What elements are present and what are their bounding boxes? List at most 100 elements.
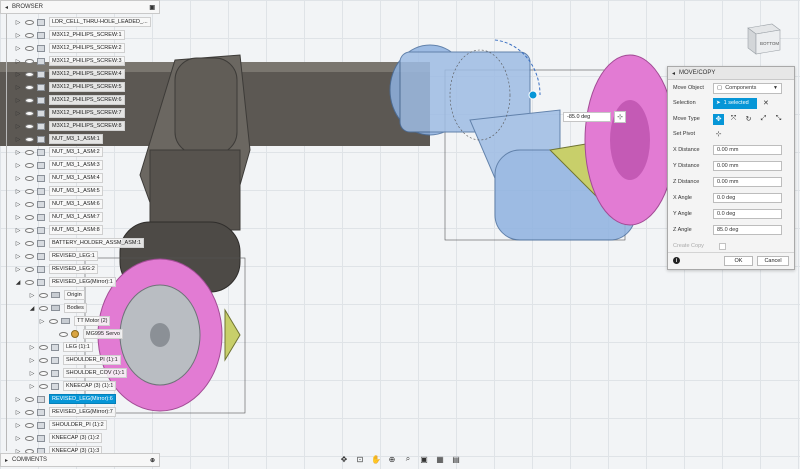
expand-icon[interactable]: ▷ bbox=[14, 71, 22, 78]
tree-item[interactable]: ▷ SHOULDER_PI (1):1 bbox=[28, 354, 121, 366]
free-move-icon[interactable]: ✥ bbox=[713, 113, 724, 125]
visibility-eye-icon[interactable] bbox=[39, 344, 48, 350]
visibility-eye-icon[interactable] bbox=[25, 149, 34, 155]
tree-item[interactable]: ▷ M3X12_PHILIPS_SCREW:5 bbox=[14, 81, 125, 93]
expand-icon[interactable]: ▷ bbox=[14, 32, 22, 39]
point-to-point-icon[interactable]: ⤢ bbox=[758, 114, 769, 125]
collapse-icon[interactable]: ◢ bbox=[28, 305, 36, 312]
expand-icon[interactable]: ▷ bbox=[14, 162, 22, 169]
expand-icon[interactable]: ▷ bbox=[28, 344, 36, 351]
expand-icon[interactable]: ▷ bbox=[14, 110, 22, 117]
tree-item[interactable]: ▷ TT Motor (2) bbox=[38, 315, 111, 327]
tree-item[interactable]: ▷ Origin bbox=[28, 289, 85, 301]
expand-icon[interactable]: ▷ bbox=[28, 370, 36, 377]
grid-settings-icon[interactable]: ▦ bbox=[434, 455, 446, 464]
expand-icon[interactable]: ▷ bbox=[14, 253, 22, 260]
dialog-title-bar[interactable]: ◂ MOVE/COPY bbox=[668, 67, 794, 80]
display-settings-icon[interactable]: ▣ bbox=[418, 455, 430, 464]
tree-item[interactable]: ▷ SHOULDER_PI (1):2 bbox=[14, 419, 107, 431]
expand-icon[interactable]: ▷ bbox=[14, 149, 22, 156]
zoom-window-icon[interactable]: ⌕ bbox=[402, 454, 414, 464]
visibility-eye-icon[interactable] bbox=[25, 136, 34, 142]
expand-icon[interactable]: ▷ bbox=[14, 396, 22, 403]
visibility-eye-icon[interactable] bbox=[49, 318, 58, 324]
expand-icon[interactable]: ▷ bbox=[14, 227, 22, 234]
expand-icon[interactable]: ▷ bbox=[14, 422, 22, 429]
tree-item[interactable]: ▷ LDR_CELL_THRU-HOLE_LEADED_... bbox=[14, 16, 151, 28]
rotate-handle[interactable] bbox=[528, 90, 538, 100]
visibility-eye-icon[interactable] bbox=[25, 110, 34, 116]
expand-icon[interactable]: ▷ bbox=[14, 19, 22, 26]
visibility-eye-icon[interactable] bbox=[25, 227, 34, 233]
visibility-eye-icon[interactable] bbox=[25, 97, 34, 103]
create-copy-checkbox[interactable] bbox=[719, 242, 726, 250]
visibility-eye-icon[interactable] bbox=[25, 240, 34, 246]
tree-item[interactable]: ▷ KNEECAP (3) (1):2 bbox=[14, 432, 103, 444]
collapse-icon[interactable]: ◂ bbox=[672, 70, 675, 77]
pan-icon[interactable]: ✋ bbox=[370, 455, 382, 464]
visibility-eye-icon[interactable] bbox=[25, 188, 34, 194]
viewports-icon[interactable]: ▤ bbox=[450, 455, 462, 464]
tree-item[interactable]: ▷ NUT_M3_1_ASM:1 bbox=[14, 133, 103, 145]
expand-icon[interactable]: ▷ bbox=[14, 240, 22, 247]
rotate-icon[interactable]: ↻ bbox=[743, 114, 754, 125]
visibility-eye-icon[interactable] bbox=[25, 266, 34, 272]
tree-item[interactable]: ◢ REVISED_LEG(Mirror):1 bbox=[14, 276, 116, 288]
info-icon[interactable]: i bbox=[673, 257, 680, 264]
z-angle-input[interactable]: 85.0 deg bbox=[713, 225, 782, 235]
visibility-eye-icon[interactable] bbox=[25, 45, 34, 51]
expand-icon[interactable]: ▷ bbox=[14, 58, 22, 65]
move-object-dropdown[interactable]: ▢ Components ▼ bbox=[713, 82, 782, 94]
visibility-eye-icon[interactable] bbox=[39, 370, 48, 376]
browser-expand-icon[interactable]: ▣ bbox=[149, 4, 155, 11]
tree-item[interactable]: ▷ NUT_M3_1_ASM:4 bbox=[14, 172, 103, 184]
tree-item[interactable]: ▷ KNEECAP (3) (1):1 bbox=[28, 380, 117, 392]
visibility-eye-icon[interactable] bbox=[25, 214, 34, 220]
tree-item[interactable]: ▷ M3X12_PHILIPS_SCREW:4 bbox=[14, 68, 125, 80]
visibility-eye-icon[interactable] bbox=[25, 253, 34, 259]
expand-icon[interactable]: ▷ bbox=[14, 123, 22, 130]
browser-header[interactable]: ◂ BROWSER ▣ bbox=[0, 0, 160, 14]
visibility-eye-icon[interactable] bbox=[39, 383, 48, 389]
expand-icon[interactable]: ▷ bbox=[28, 357, 36, 364]
zoom-icon[interactable]: ⊕ bbox=[386, 455, 398, 464]
tree-item[interactable]: ▷ REVISED_LEG:2 bbox=[14, 263, 98, 275]
tree-item[interactable]: ◢ Bodies bbox=[28, 302, 87, 314]
orbit-icon[interactable]: ✥ bbox=[338, 455, 350, 464]
point-to-position-icon[interactable]: ⤡ bbox=[773, 114, 784, 125]
x-distance-input[interactable]: 0.00 mm bbox=[713, 145, 782, 155]
visibility-eye-icon[interactable] bbox=[25, 409, 34, 415]
tree-item[interactable]: ▷ M3X12_PHILIPS_SCREW:3 bbox=[14, 55, 125, 67]
visibility-eye-icon[interactable] bbox=[25, 32, 34, 38]
clear-selection-icon[interactable]: ✕ bbox=[763, 99, 769, 107]
visibility-eye-icon[interactable] bbox=[25, 84, 34, 90]
expand-icon[interactable]: ▷ bbox=[28, 383, 36, 390]
tree-item[interactable]: ▷ REVISED_LEG(Mirror):7 bbox=[14, 406, 116, 418]
visibility-eye-icon[interactable] bbox=[25, 396, 34, 402]
visibility-eye-icon[interactable] bbox=[25, 162, 34, 168]
x-angle-input[interactable]: 0.0 deg bbox=[713, 193, 782, 203]
visibility-eye-icon[interactable] bbox=[25, 175, 34, 181]
tree-item[interactable]: ▷ M3X12_PHILIPS_SCREW:2 bbox=[14, 42, 125, 54]
visibility-eye-icon[interactable] bbox=[39, 292, 48, 298]
collapse-icon[interactable]: ◢ bbox=[14, 279, 22, 286]
expand-icon[interactable]: ▷ bbox=[14, 266, 22, 273]
z-distance-input[interactable]: 0.00 mm bbox=[713, 177, 782, 187]
look-at-icon[interactable]: ⊡ bbox=[354, 455, 366, 464]
expand-icon[interactable]: ▷ bbox=[14, 409, 22, 416]
tree-item[interactable]: ▷ NUT_M3_1_ASM:2 bbox=[14, 146, 103, 158]
expand-icon[interactable]: ▷ bbox=[14, 435, 22, 442]
expand-icon[interactable]: ▷ bbox=[14, 175, 22, 182]
comments-panel[interactable]: ▸ COMMENTS ⊕ bbox=[0, 453, 160, 467]
tree-item[interactable]: ▷ M3X12_PHILIPS_SCREW:6 bbox=[14, 94, 125, 106]
tree-item[interactable]: ▷ NUT_M3_1_ASM:5 bbox=[14, 185, 103, 197]
tree-item[interactable]: ▷ NUT_M3_1_ASM:3 bbox=[14, 159, 103, 171]
tree-item[interactable]: ▷ M3X12_PHILIPS_SCREW:8 bbox=[14, 120, 125, 132]
collapse-icon[interactable]: ◂ bbox=[5, 4, 8, 11]
visibility-eye-icon[interactable] bbox=[25, 422, 34, 428]
expand-icon[interactable]: ▷ bbox=[14, 188, 22, 195]
visibility-eye-icon[interactable] bbox=[25, 279, 34, 285]
visibility-eye-icon[interactable] bbox=[59, 331, 68, 337]
visibility-eye-icon[interactable] bbox=[25, 201, 34, 207]
visibility-eye-icon[interactable] bbox=[39, 305, 48, 311]
